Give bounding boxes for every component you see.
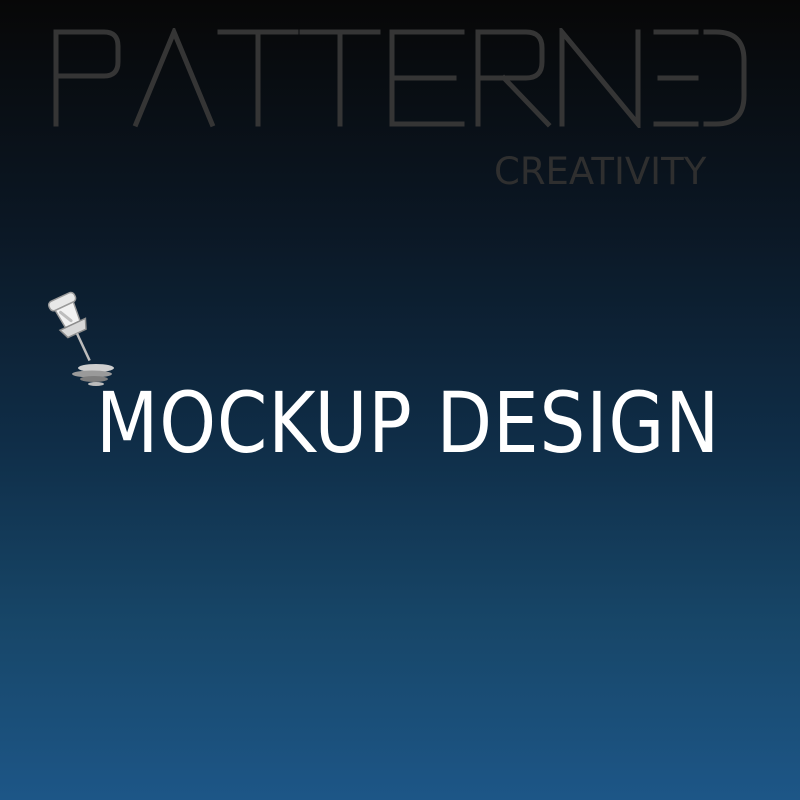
brand-tagline: CREATIVITY [494,150,707,193]
pushpin-icon [40,288,120,388]
brand-logo [52,28,748,128]
patterned-wordmark [53,28,747,128]
main-title: MOCKUP DESIGN [96,374,721,472]
poster-canvas: CREATIVITY MOCKUP DESIGN [0,0,800,800]
